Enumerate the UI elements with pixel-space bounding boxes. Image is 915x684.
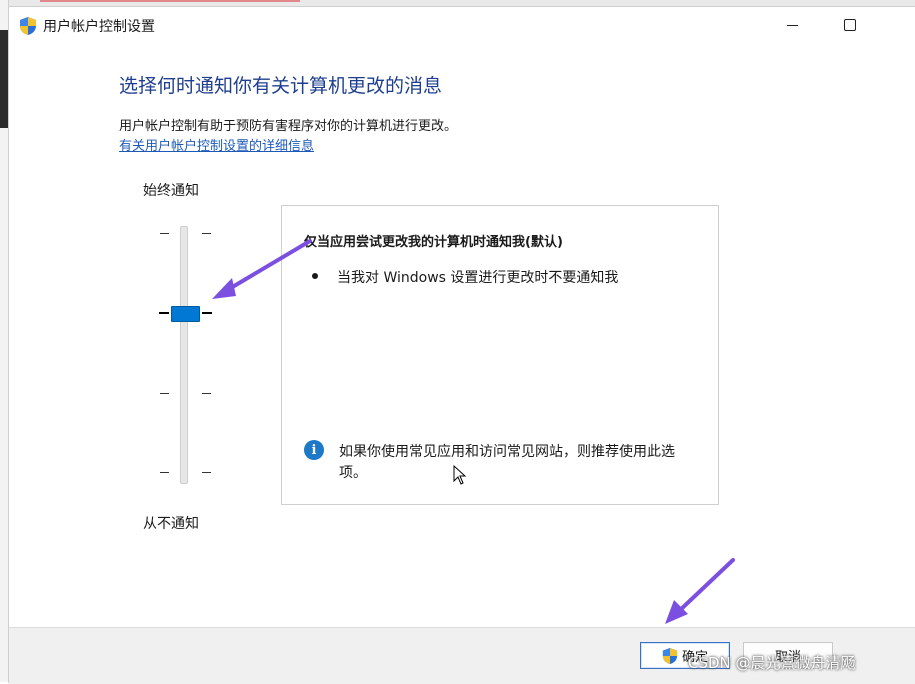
slider-tick-left [160,472,169,473]
minimize-icon [786,24,798,26]
mouse-cursor-icon [453,465,467,485]
details-link[interactable]: 有关用户帐户控制设置的详细信息 [119,135,314,154]
uac-shield-icon [20,17,36,35]
uac-settings-window: 用户帐户控制设置 选择何时通知你有关计算机更改的消息 用户帐户控制有助于预防有害… [8,6,915,684]
slider-tick-right [202,472,211,473]
slider-label-always-notify: 始终通知 [143,183,199,199]
slider-tick-right [202,393,211,394]
bullet-dot [312,273,318,279]
level-description-panel: 仅当应用尝试更改我的计算机时通知我(默认) 当我对 Windows 设置进行更改… [281,205,719,505]
recommendation-text: 如果你使用常见应用和访问常见网站，则推荐使用此选项。 [339,444,675,481]
maximize-icon [844,19,856,31]
uac-shield-icon [662,647,678,664]
slider-tick-right [202,312,212,314]
description-text: 用户帐户控制有助于预防有害程序对你的计算机进行更改。 [119,119,458,134]
maximize-button[interactable] [827,7,873,43]
window-title: 用户帐户控制设置 [43,19,155,35]
slider-thumb[interactable] [171,306,200,322]
bullet-text: 当我对 Windows 设置进行更改时不要通知我 [337,270,619,286]
notification-level-slider[interactable] [180,226,188,484]
slider-tick-right [202,233,211,234]
info-icon: i [304,440,324,460]
level-title: 仅当应用尝试更改我的计算机时通知我(默认) [304,235,563,250]
slider-label-never-notify: 从不通知 [143,516,199,532]
watermark-text: CSDN @晨光熹微舟清飏 [688,654,856,672]
slider-tick-left [159,312,169,314]
minimize-button[interactable] [769,7,815,43]
slider-tick-left [160,233,169,234]
title-bar[interactable]: 用户帐户控制设置 [9,7,915,43]
page-heading: 选择何时通知你有关计算机更改的消息 [119,75,443,97]
slider-tick-left [160,393,169,394]
